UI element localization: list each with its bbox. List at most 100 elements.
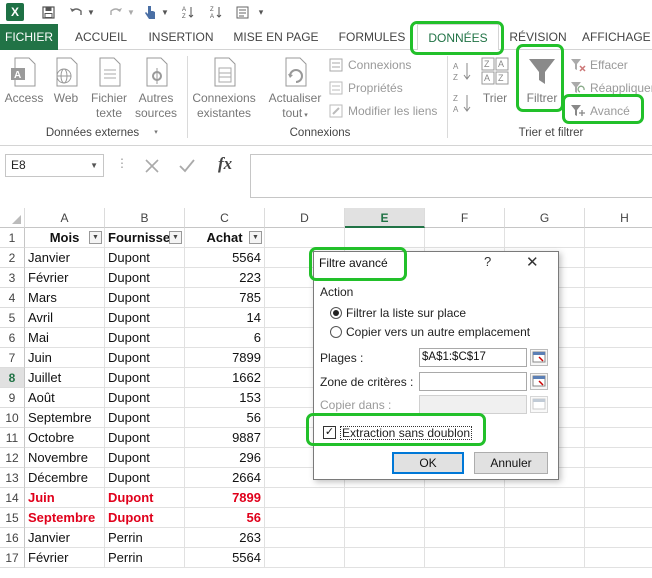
- cell[interactable]: [505, 228, 585, 248]
- achat-cell[interactable]: 785: [185, 288, 265, 308]
- column-title-cell[interactable]: Fournisse ▼: [105, 228, 185, 248]
- fournisseur-cell[interactable]: Dupont: [105, 428, 185, 448]
- cell[interactable]: [345, 508, 425, 528]
- achat-cell[interactable]: 153: [185, 388, 265, 408]
- fournisseur-cell[interactable]: Dupont: [105, 468, 185, 488]
- mois-cell[interactable]: Septembre: [25, 408, 105, 428]
- tab-formules[interactable]: FORMULES: [334, 24, 410, 50]
- tab-insertion[interactable]: INSERTION: [142, 24, 220, 50]
- row-header[interactable]: 13: [0, 468, 25, 488]
- undo-icon[interactable]: [66, 2, 86, 22]
- refresh-all-button[interactable]: Actualiser tout ▾: [262, 56, 328, 123]
- mois-cell[interactable]: Mai: [25, 328, 105, 348]
- row-header[interactable]: 17: [0, 548, 25, 568]
- achat-cell[interactable]: 5564: [185, 248, 265, 268]
- name-box[interactable]: E8 ▼: [5, 154, 104, 177]
- achat-cell[interactable]: 296: [185, 448, 265, 468]
- cell[interactable]: [425, 528, 505, 548]
- radio-filter-in-place[interactable]: [330, 307, 342, 319]
- row-header[interactable]: 7: [0, 348, 25, 368]
- mois-cell[interactable]: Février: [25, 548, 105, 568]
- cell[interactable]: [345, 488, 425, 508]
- cell[interactable]: [505, 548, 585, 568]
- confirm-entry-icon[interactable]: [178, 158, 196, 174]
- mois-cell[interactable]: Novembre: [25, 448, 105, 468]
- clear-filter-button[interactable]: Effacer: [570, 55, 628, 75]
- cell[interactable]: [585, 248, 652, 268]
- fournisseur-cell[interactable]: Dupont: [105, 288, 185, 308]
- achat-cell[interactable]: 7899: [185, 348, 265, 368]
- row-header[interactable]: 10: [0, 408, 25, 428]
- copy-to-picker-icon[interactable]: [530, 396, 548, 413]
- cell[interactable]: [585, 468, 652, 488]
- column-header-a[interactable]: A: [25, 208, 105, 228]
- column-header-d[interactable]: D: [265, 208, 345, 228]
- mois-cell[interactable]: Décembre: [25, 468, 105, 488]
- list-range-picker-icon[interactable]: [530, 349, 548, 366]
- achat-cell[interactable]: 56: [185, 408, 265, 428]
- select-all-corner[interactable]: [0, 208, 25, 228]
- touch-dropdown-icon[interactable]: ▼: [160, 2, 170, 22]
- mois-cell[interactable]: Juin: [25, 488, 105, 508]
- filter-dropdown-icon[interactable]: ▼: [169, 231, 182, 244]
- name-box-dropdown-icon[interactable]: ▼: [90, 155, 98, 176]
- fournisseur-cell[interactable]: Perrin: [105, 548, 185, 568]
- cell[interactable]: [585, 328, 652, 348]
- achat-cell[interactable]: 1662: [185, 368, 265, 388]
- cell[interactable]: [345, 528, 425, 548]
- sort-az-quick-icon[interactable]: AZ: [178, 2, 198, 22]
- column-header-e[interactable]: E: [345, 208, 425, 228]
- tab-affichage[interactable]: AFFICHAGE: [582, 24, 652, 50]
- row-header[interactable]: 2: [0, 248, 25, 268]
- form-icon[interactable]: [232, 2, 252, 22]
- row-header[interactable]: 14: [0, 488, 25, 508]
- mois-cell[interactable]: Juillet: [25, 368, 105, 388]
- ok-button[interactable]: OK: [392, 452, 464, 474]
- edit-links-button[interactable]: Modifier les liens: [328, 101, 437, 121]
- fournisseur-cell[interactable]: Dupont: [105, 388, 185, 408]
- tab-mise-en-page[interactable]: MISE EN PAGE: [228, 24, 324, 50]
- help-icon[interactable]: ?: [484, 254, 491, 269]
- row-header[interactable]: 12: [0, 448, 25, 468]
- cell[interactable]: [265, 548, 345, 568]
- fournisseur-cell[interactable]: Dupont: [105, 368, 185, 388]
- row-header[interactable]: 11: [0, 428, 25, 448]
- column-header-f[interactable]: F: [425, 208, 505, 228]
- cell[interactable]: [585, 228, 652, 248]
- close-icon[interactable]: ✕: [526, 253, 539, 271]
- mois-cell[interactable]: Juin: [25, 348, 105, 368]
- cancel-entry-icon[interactable]: [144, 158, 160, 174]
- mois-cell[interactable]: Août: [25, 388, 105, 408]
- row-header[interactable]: 3: [0, 268, 25, 288]
- unique-records-label[interactable]: Extraction sans doublon: [340, 426, 473, 440]
- column-title-cell[interactable]: Achat ▼: [185, 228, 265, 248]
- cell[interactable]: [505, 528, 585, 548]
- filter-button[interactable]: Filtrer: [522, 56, 562, 106]
- cell[interactable]: [505, 508, 585, 528]
- row-header[interactable]: 5: [0, 308, 25, 328]
- row-header[interactable]: 8: [0, 368, 25, 388]
- cell[interactable]: [265, 508, 345, 528]
- mois-cell[interactable]: Février: [25, 268, 105, 288]
- cell[interactable]: [585, 408, 652, 428]
- column-header-b[interactable]: B: [105, 208, 185, 228]
- cell[interactable]: [585, 528, 652, 548]
- row-header[interactable]: 15: [0, 508, 25, 528]
- fournisseur-cell[interactable]: Dupont: [105, 268, 185, 288]
- criteria-range-input[interactable]: [419, 372, 527, 391]
- redo-icon[interactable]: [106, 2, 126, 22]
- from-web-button[interactable]: Web: [48, 56, 84, 106]
- cell[interactable]: [425, 508, 505, 528]
- achat-cell[interactable]: 14: [185, 308, 265, 328]
- cell[interactable]: [265, 488, 345, 508]
- cancel-button[interactable]: Annuler: [474, 452, 548, 474]
- touch-mode-icon[interactable]: [140, 2, 160, 22]
- cell[interactable]: [585, 308, 652, 328]
- tab-donnees[interactable]: DONNÉES: [417, 24, 499, 51]
- achat-cell[interactable]: 2664: [185, 468, 265, 488]
- column-header-h[interactable]: H: [585, 208, 652, 228]
- achat-cell[interactable]: 223: [185, 268, 265, 288]
- cell[interactable]: [585, 268, 652, 288]
- cell[interactable]: [585, 348, 652, 368]
- cell[interactable]: [425, 548, 505, 568]
